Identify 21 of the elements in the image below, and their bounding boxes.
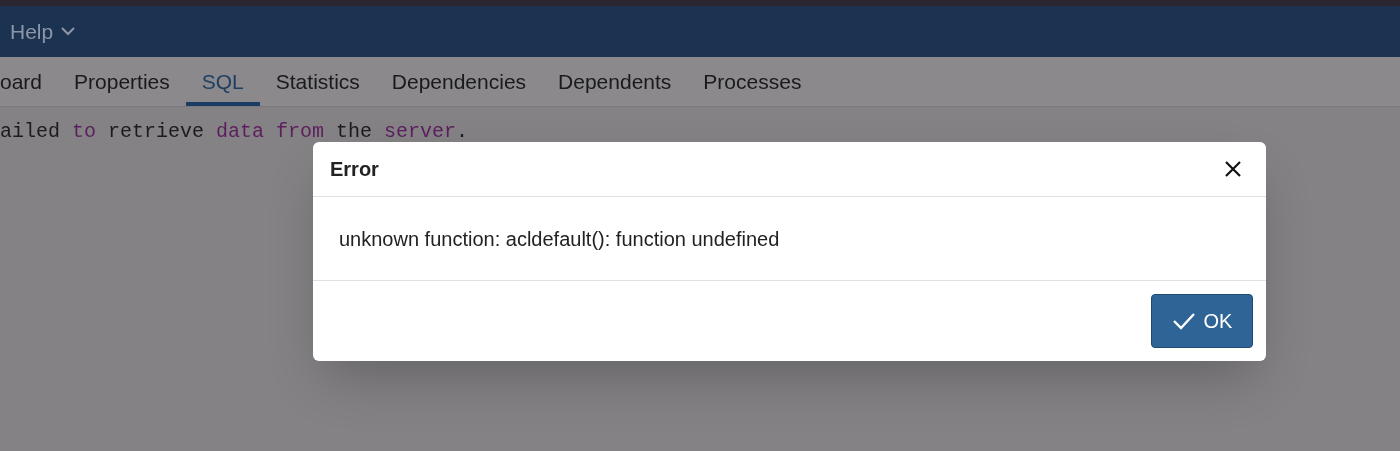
sql-output-word: data [216, 119, 265, 145]
ok-button[interactable]: OK [1151, 294, 1253, 348]
tab[interactable]: Processes [687, 57, 818, 106]
tab[interactable]: Dependents [542, 57, 688, 106]
sql-output-word: ailed [0, 119, 60, 145]
sql-output-word: server [384, 119, 457, 145]
error-message: unknown function: acldefault(): function undefined [339, 226, 780, 252]
sql-output-word: . [456, 119, 469, 145]
sql-output-word: to [72, 119, 97, 145]
checkmark-icon [1171, 312, 1196, 330]
close-icon[interactable] [1224, 160, 1242, 178]
tab[interactable]: Properties [58, 57, 186, 106]
menu-item[interactable]: Help [10, 15, 76, 48]
tab[interactable]: Dependencies [375, 57, 543, 106]
sql-output-word: from [276, 119, 325, 145]
sql-output-word: the [336, 119, 373, 145]
sql-output-word: retrieve [108, 119, 205, 145]
tab[interactable]: SQL [185, 57, 260, 106]
tab[interactable]: Statistics [259, 57, 376, 106]
dialog-title: Error [330, 157, 379, 182]
tab[interactable]: oard [0, 57, 59, 106]
